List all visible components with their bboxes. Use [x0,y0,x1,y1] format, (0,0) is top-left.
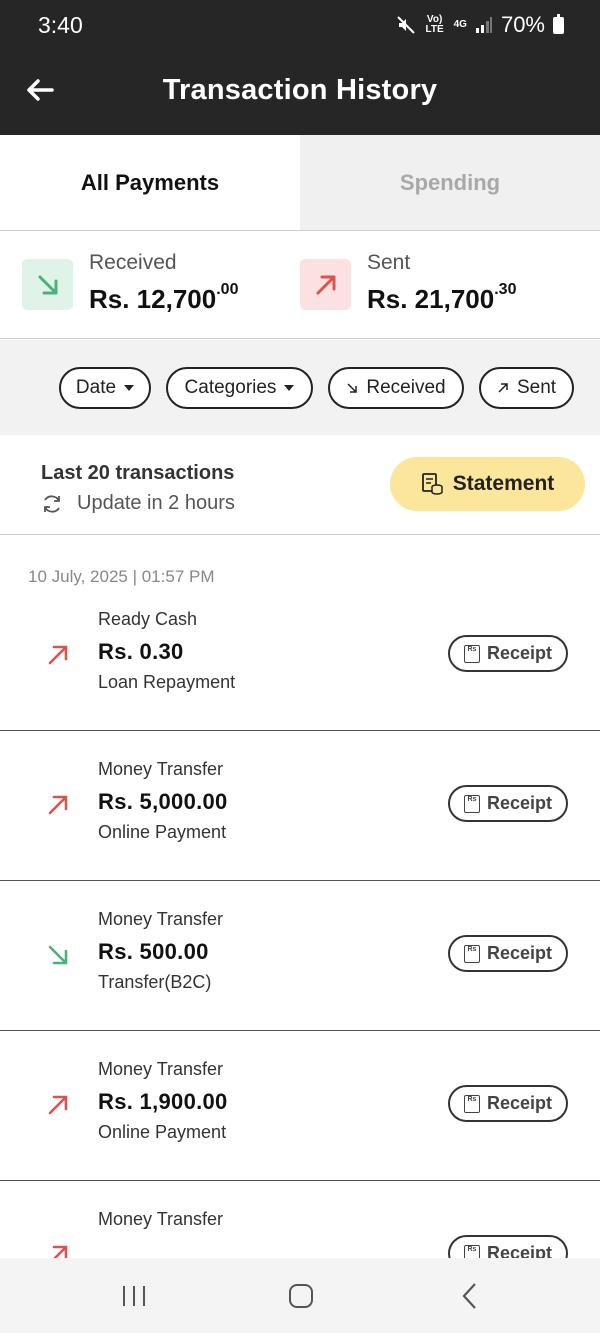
receipt-button[interactable]: Rs Receipt [448,935,568,972]
sent-arrow-icon [48,645,68,665]
network-indicator: 4G [453,19,467,30]
update-info: Update in 2 hours [41,492,235,515]
transaction-amount: Rs. 500.00 [98,939,209,964]
statement-button[interactable]: Statement [390,457,585,511]
categories-filter-chip[interactable]: Categories [166,367,313,409]
categories-filter-label: Categories [184,377,277,398]
statement-label: Statement [452,472,555,495]
receipt-icon: Rs [463,944,480,963]
status-time: 3:40 [38,12,83,38]
transaction-category: Money Transfer [98,1059,224,1079]
received-icon [22,259,73,310]
receipt-button[interactable]: Rs Receipt [448,1085,568,1122]
sent-summary: Sent Rs. 21,700.30 [300,231,580,339]
receipt-label: Receipt [486,943,553,963]
page-title: Transaction History [162,74,438,106]
recent-apps-button[interactable] [114,1280,154,1312]
received-label: Received [89,251,177,274]
receipt-label: Receipt [486,1093,553,1113]
transaction-description: Online Payment [98,1122,227,1142]
receipt-button[interactable]: Rs Receipt [448,635,568,672]
home-button[interactable] [281,1280,321,1312]
tabs: All Payments Spending [0,135,600,231]
transaction-amount: Rs. 0.30 [98,639,184,664]
receipt-label: Receipt [486,793,553,813]
sent-label: Sent [367,251,411,274]
transaction-count: Last 20 transactions [41,462,235,484]
receipt-icon: Rs [463,794,480,813]
transaction-description: Loan Repayment [98,672,236,692]
status-bar: 3:40 Vo) LTE 4G 70% [0,0,600,52]
recent-apps-icon [123,1286,145,1306]
received-filter-chip[interactable]: Received [328,367,464,409]
transaction-row[interactable]: Money Transfer Rs. 5,000.00 Online Payme… [0,731,600,881]
date-filter-label: Date [75,377,117,398]
tab-all-payments[interactable]: All Payments [0,135,300,230]
statement-icon [421,473,443,495]
transaction-row[interactable]: Ready Cash Rs. 0.30 Loan Repayment Rs Re… [0,581,600,731]
sent-filter-label: Sent [516,377,557,398]
chevron-down-icon [284,385,295,391]
system-nav-bar [0,1258,600,1333]
signal-icon [475,17,492,33]
received-amount: Rs. 12,700.00 [89,281,239,314]
arrow-down-right-icon [347,383,358,393]
tab-spending[interactable]: Spending [300,135,600,230]
transaction-amount: Rs. 5,000.00 [98,789,228,814]
transaction-category: Money Transfer [98,759,224,779]
volte-indicator: Vo) LTE [425,14,444,35]
transaction-description: Online Payment [98,822,227,842]
mute-icon [396,16,415,34]
battery-percent: 70% [500,12,545,37]
receipt-button[interactable]: Rs Receipt [448,785,568,822]
received-filter-label: Received [366,377,446,398]
transaction-row[interactable]: Money Transfer Rs. 1,900.00 Online Payme… [0,1031,600,1181]
top-bar: 3:40 Vo) LTE 4G 70% Transaction History [0,0,600,135]
transaction-row[interactable]: Money Transfer Rs. 500.00 Transfer(B2C) … [0,881,600,1031]
sent-arrow-icon [48,1095,68,1115]
transaction-category: Money Transfer [98,1209,224,1229]
app-header: Transaction History [0,52,600,135]
filter-bar: Date Categories Received Sent [0,340,600,435]
transaction-category: Ready Cash [98,609,198,629]
summary-panel: Received Rs. 12,700.00 Sent Rs. 21,700.3… [0,231,600,339]
receipt-icon: Rs [463,644,480,663]
chevron-left-icon [462,1283,476,1309]
receipt-icon: Rs [463,1094,480,1113]
received-arrow-icon [48,945,68,965]
sent-amount: Rs. 21,700.30 [367,281,517,314]
sent-arrow-icon [48,795,68,815]
transaction-description: Transfer(B2C) [98,972,212,992]
received-summary: Received Rs. 12,700.00 [22,231,292,339]
sent-filter-chip[interactable]: Sent [479,367,574,409]
statement-bar: Last 20 transactions Update in 2 hours S… [0,435,600,535]
chevron-down-icon [124,385,135,391]
date-filter-chip[interactable]: Date [59,367,151,409]
transaction-category: Money Transfer [98,909,224,929]
receipt-label: Receipt [486,643,553,663]
sent-icon [300,259,351,310]
battery-icon [553,13,564,34]
update-text: Update in 2 hours [77,492,235,514]
status-icons: Vo) LTE 4G 70% [396,12,564,38]
refresh-icon [44,494,60,513]
arrow-up-right-icon [498,383,508,393]
transaction-amount: Rs. 1,900.00 [98,1089,228,1114]
home-icon [289,1284,313,1308]
system-back-button[interactable] [450,1280,490,1312]
